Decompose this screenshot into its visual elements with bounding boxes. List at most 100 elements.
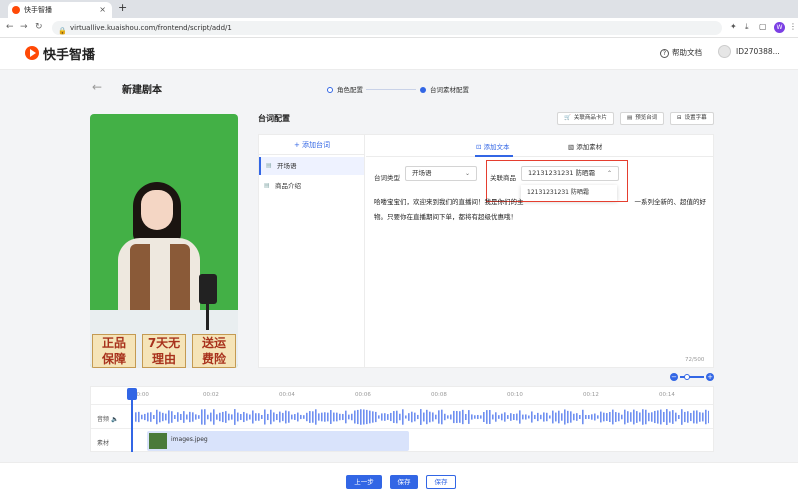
- kuaishou-logo-icon: [25, 46, 39, 60]
- waveform-bar: [396, 410, 398, 424]
- waveform-bar: [336, 412, 338, 422]
- waveform-bar: [318, 413, 320, 421]
- waveform-bar: [249, 414, 251, 420]
- waveform-bar: [270, 409, 272, 425]
- clip-thumbnail: [149, 433, 167, 449]
- waveform-bar: [444, 413, 446, 421]
- material-clip[interactable]: images.jpeg: [147, 431, 409, 451]
- waveform-bar: [306, 412, 308, 422]
- waveform-bar: [210, 412, 212, 422]
- url-field[interactable]: 🔒 virtuallive.kuaishou.com/frontend/scri…: [52, 21, 722, 35]
- waveform-bar: [237, 412, 239, 422]
- audio-track: 音频 🔈: [91, 405, 713, 429]
- profile-avatar[interactable]: W: [774, 22, 785, 33]
- extensions-icon[interactable]: ✦: [730, 22, 737, 31]
- waveform-bar: [597, 415, 599, 419]
- waveform-bar: [669, 411, 671, 423]
- waveform-bar: [636, 411, 638, 423]
- waveform-bar: [570, 411, 572, 423]
- waveform-bar: [447, 415, 449, 419]
- tick-label: 00:06: [355, 392, 371, 398]
- back-button[interactable]: ←: [92, 80, 102, 94]
- tab-title: 快手智播: [24, 6, 52, 14]
- speaker-icon: 🔈: [110, 416, 119, 423]
- audio-waveform[interactable]: [135, 408, 709, 426]
- browser-tab[interactable]: 快手智播 ×: [8, 2, 112, 18]
- script-text-line: 物。只要你在直播期间下单，都将有超级优惠哦！: [374, 213, 517, 221]
- sidebar-icon[interactable]: ▢: [759, 22, 767, 31]
- avatar-preview: 正品 保障 7天无 理由 送运 费险: [90, 114, 238, 368]
- subtitle-settings-button[interactable]: ⊟ 设置字幕: [670, 112, 714, 125]
- script-text[interactable]: 哈喽宝宝们，欢迎来到我们的直播间！我是你们的主 一系列全新的、超值的好 物。只要你…: [374, 195, 706, 225]
- waveform-bar: [471, 414, 473, 420]
- waveform-bar: [231, 414, 233, 420]
- help-docs-link[interactable]: ? 帮助文档: [660, 47, 702, 58]
- back-arrow-icon[interactable]: ←: [6, 22, 14, 32]
- forward-arrow-icon[interactable]: →: [20, 22, 28, 32]
- waveform-bar: [420, 409, 422, 425]
- reload-icon[interactable]: ↻: [35, 22, 43, 32]
- waveform-bar: [324, 412, 326, 422]
- waveform-bar: [315, 409, 317, 425]
- waveform-bar: [330, 410, 332, 424]
- zoom-handle[interactable]: [684, 374, 690, 380]
- waveform-bar: [234, 409, 236, 425]
- waveform-bar: [612, 409, 614, 425]
- waveform-bar: [537, 412, 539, 422]
- script-config-title: 台词配置: [258, 114, 290, 123]
- line-item-opening[interactable]: ▤ 开场语: [259, 157, 364, 175]
- favicon-icon: [12, 6, 20, 14]
- waveform-bar: [408, 413, 410, 421]
- close-tab-icon[interactable]: ×: [99, 2, 106, 18]
- waveform-bar: [627, 411, 629, 423]
- waveform-bar: [276, 413, 278, 421]
- waveform-bar: [258, 413, 260, 421]
- download-icon[interactable]: ⤓: [745, 22, 749, 32]
- button-label: 设置字幕: [684, 115, 707, 121]
- tab-add-material[interactable]: ▧ 添加素材: [568, 141, 602, 151]
- step-role-config[interactable]: 角色配置: [327, 84, 363, 94]
- line-item-product-intro[interactable]: ▤ 商品介绍: [259, 177, 364, 195]
- step-dot-icon: [420, 87, 426, 93]
- waveform-bar: [240, 413, 242, 421]
- add-line-button[interactable]: + 添加台词: [259, 135, 365, 155]
- user-avatar[interactable]: [718, 45, 731, 58]
- prev-step-button[interactable]: 上一步: [346, 475, 382, 489]
- steps-connector: [366, 89, 416, 90]
- user-id[interactable]: ID270388...: [736, 47, 780, 56]
- new-tab-button[interactable]: +: [118, 1, 127, 14]
- save-button[interactable]: 保存: [390, 475, 418, 489]
- playhead-handle[interactable]: [127, 388, 137, 400]
- waveform-bar: [219, 412, 221, 422]
- waveform-bar: [312, 411, 314, 423]
- waveform-bar: [363, 409, 365, 425]
- clip-name: images.jpeg: [171, 436, 208, 443]
- line-type-select[interactable]: 开场语 ⌄: [405, 166, 477, 181]
- waveform-bar: [534, 414, 536, 420]
- waveform-bar: [465, 414, 467, 420]
- waveform-bar: [468, 410, 470, 424]
- waveform-bar: [372, 411, 374, 423]
- waveform-bar: [273, 412, 275, 422]
- waveform-bar: [603, 412, 605, 422]
- tab-add-text[interactable]: ⊡ 添加文本: [476, 141, 510, 151]
- waveform-bar: [279, 411, 281, 423]
- line-type-label: 台词类型: [374, 174, 400, 182]
- subtitle-icon: ⊟: [677, 115, 682, 121]
- cart-icon: 🛒: [564, 115, 571, 121]
- link-product-card-button[interactable]: 🛒 关联商品卡片: [557, 112, 614, 125]
- waveform-bar: [585, 414, 587, 420]
- waveform-bar: [624, 409, 626, 425]
- waveform-bar: [267, 413, 269, 421]
- step-script-config[interactable]: 台词素材配置: [420, 84, 469, 94]
- zoom-out-icon[interactable]: −: [670, 373, 678, 381]
- waveform-bar: [477, 414, 479, 420]
- preview-script-button[interactable]: ▤ 预览台词: [620, 112, 665, 125]
- waveform-bar: [180, 413, 182, 421]
- line-icon: ▤: [266, 162, 272, 169]
- audio-track-label: 音频 🔈: [97, 414, 118, 423]
- presenter-vest-left: [130, 244, 150, 310]
- save-secondary-button[interactable]: 保存: [426, 475, 456, 489]
- zoom-in-icon[interactable]: +: [706, 373, 714, 381]
- menu-icon[interactable]: ⋮: [789, 22, 797, 31]
